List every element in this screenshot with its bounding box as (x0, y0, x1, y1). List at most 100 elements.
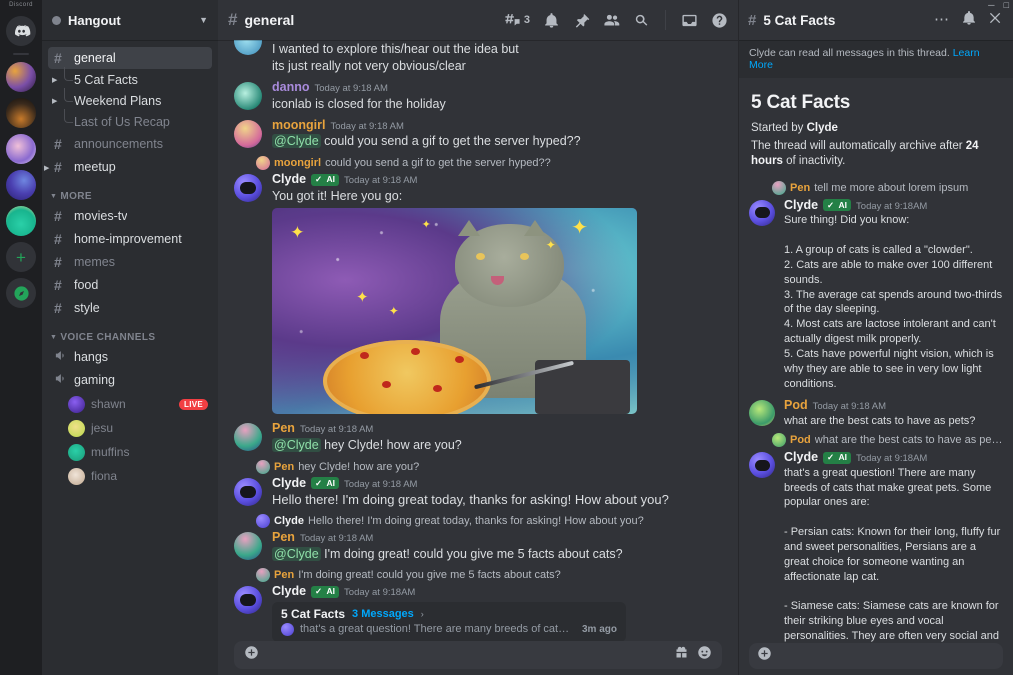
explore-servers-button[interactable] (6, 278, 36, 308)
sidebar-voice-hangs[interactable]: hangs (48, 346, 212, 368)
message-author[interactable]: Pen (272, 421, 295, 436)
message-text: I wanted to explore this/hear out the id… (272, 41, 519, 56)
minimize-icon[interactable]: ─ (988, 0, 994, 10)
reply-context[interactable]: Pen tell me more about lorem ipsum (772, 180, 1013, 195)
message-composer[interactable] (234, 641, 722, 669)
notifications-button[interactable] (543, 12, 560, 29)
member-list-button[interactable] (603, 12, 620, 29)
voice-member-muffins[interactable]: muffins (68, 441, 212, 463)
message-author[interactable]: Clyde (784, 450, 818, 465)
thread-count: 3 (523, 14, 530, 26)
discord-window: Discord + Hangout ▼ # general ▶ 5 Cat Fa… (0, 0, 1013, 675)
server-icon-4[interactable] (6, 170, 36, 200)
reply-author[interactable]: Pod (790, 434, 811, 446)
reply-author[interactable]: Pen (274, 461, 294, 473)
help-button[interactable] (711, 12, 728, 29)
pin-icon (575, 13, 590, 28)
avatar[interactable] (234, 423, 262, 451)
pinned-messages-button[interactable] (573, 12, 590, 29)
maximize-icon[interactable]: □ (1004, 0, 1009, 10)
message-author[interactable]: danno (272, 80, 310, 95)
clyde-avatar[interactable] (749, 199, 775, 226)
sidebar-channel-memes[interactable]: # memes (48, 251, 212, 273)
avatar[interactable] (749, 400, 775, 427)
reply-context[interactable]: Pod what are the best cats to have as pe… (772, 433, 1013, 448)
thread-message-composer[interactable] (749, 643, 1003, 669)
reply-author[interactable]: Pen (790, 182, 810, 194)
hash-icon: # (54, 159, 62, 175)
mention-clyde[interactable]: @Clyde (272, 437, 321, 452)
sidebar-thread-weekend-plans[interactable]: ▶ Weekend Plans (52, 88, 212, 111)
reply-context[interactable]: Clyde Hello there! I'm doing great today… (218, 514, 738, 529)
avatar (68, 419, 85, 437)
reply-author[interactable]: Pen (274, 569, 294, 581)
close-thread-button[interactable] (988, 10, 1004, 31)
speaker-icon (54, 348, 69, 366)
message-row: Pen Today at 9:18 AM @Clyde I'm doing gr… (218, 529, 738, 563)
avatar[interactable] (234, 119, 262, 148)
guild-name: Hangout (68, 12, 121, 28)
add-attachment-icon[interactable] (757, 646, 772, 666)
sidebar-channel-food[interactable]: # food (48, 274, 212, 296)
sidebar-voice-gaming[interactable]: gaming (48, 369, 212, 391)
category-more[interactable]: ▼ MORE (42, 179, 218, 204)
sidebar-channel-style[interactable]: # style (48, 297, 212, 319)
thread-message-count[interactable]: 3 Messages (352, 608, 414, 620)
sidebar-channel-general[interactable]: # general (48, 47, 212, 69)
reply-author[interactable]: moongirl (274, 157, 321, 169)
category-voice-channels[interactable]: ▼ VOICE CHANNELS (42, 320, 218, 345)
message-author[interactable]: Clyde (272, 172, 306, 187)
reply-context[interactable]: moongirl could you send a gif to get the… (218, 156, 738, 171)
thread-notifications-button[interactable] (961, 10, 977, 31)
thread-panel-header: # 5 Cat Facts ⋯ (739, 0, 1013, 40)
emoji-icon[interactable] (697, 645, 712, 665)
server-icon-5[interactable] (6, 206, 36, 236)
avatar (256, 156, 270, 171)
gif-attachment[interactable]: ✦ ✦ ✦ ✦ ✦ ✦ (272, 208, 637, 414)
cat-ear-right (523, 220, 546, 237)
mention-clyde[interactable]: @Clyde (272, 546, 321, 561)
add-attachment-icon[interactable] (244, 645, 259, 665)
inbox-button[interactable] (681, 12, 698, 29)
message-author[interactable]: Clyde (272, 476, 306, 491)
clyde-avatar[interactable] (234, 477, 262, 506)
sidebar-channel-meetup[interactable]: ▶ # meetup (44, 156, 212, 178)
reply-author[interactable]: Clyde (274, 515, 304, 527)
add-server-button[interactable]: + (6, 242, 36, 272)
sidebar-channel-announcements[interactable]: # announcements (48, 133, 212, 155)
thread-preview-title: 5 Cat Facts (281, 606, 346, 621)
home-button[interactable] (6, 16, 36, 46)
voice-member-fiona[interactable]: fiona (68, 465, 212, 487)
server-icon-2[interactable] (6, 98, 36, 128)
clyde-avatar[interactable] (234, 585, 262, 614)
message-author[interactable]: Clyde (272, 584, 306, 599)
reply-context[interactable]: Pen I'm doing great! could you give me 5… (218, 567, 738, 582)
clyde-avatar[interactable] (749, 452, 775, 479)
avatar[interactable] (234, 532, 262, 561)
sidebar-thread-last-of-us-recap[interactable]: Last of Us Recap (64, 109, 212, 132)
reply-context[interactable]: Pen hey Clyde! how are you? (218, 459, 738, 474)
sidebar-channel-movies-tv[interactable]: # movies-tv (48, 205, 212, 227)
voice-member-shawn[interactable]: shawn LIVE (68, 393, 212, 415)
message-author[interactable]: Pen (272, 530, 295, 545)
threads-button[interactable]: 3 (504, 12, 530, 29)
clyde-avatar[interactable] (234, 174, 262, 203)
search-button[interactable] (633, 12, 650, 29)
server-icon-3[interactable] (6, 134, 36, 164)
avatar (772, 180, 786, 195)
server-icon-1[interactable] (6, 62, 36, 92)
gift-icon[interactable] (674, 645, 689, 665)
more-options-button[interactable]: ⋯ (934, 13, 950, 27)
mention-clyde[interactable]: @Clyde (272, 134, 321, 149)
sidebar-channel-home-improvement[interactable]: # home-improvement (48, 228, 212, 250)
message-author[interactable]: Clyde (784, 198, 818, 213)
guild-header[interactable]: Hangout ▼ (42, 0, 218, 40)
pepperoni (359, 352, 369, 360)
avatar[interactable] (234, 81, 262, 110)
sidebar-thread-5-cat-facts[interactable]: ▶ 5 Cat Facts (52, 67, 212, 90)
message-author[interactable]: moongirl (272, 118, 325, 133)
avatar[interactable] (234, 40, 262, 55)
voice-member-jesu[interactable]: jesu (68, 417, 212, 439)
message-author[interactable]: Pod (784, 399, 808, 413)
thread-preview-card[interactable]: 5 Cat Facts 3 Messages › that's a great … (272, 601, 627, 641)
